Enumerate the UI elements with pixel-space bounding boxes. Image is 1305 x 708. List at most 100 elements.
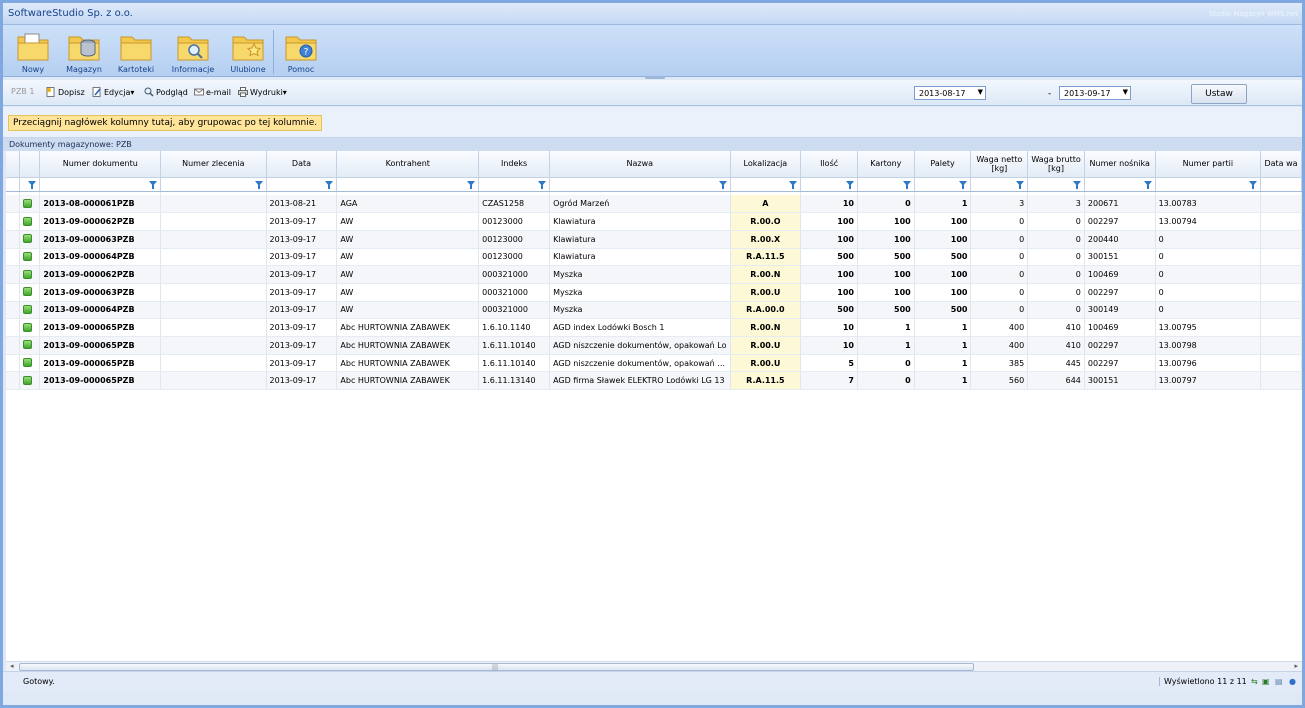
filter-icon[interactable] xyxy=(1249,180,1258,189)
filter-cell-data[interactable] xyxy=(266,177,338,192)
column-header-numer-partii[interactable]: Numer partii xyxy=(1155,151,1262,178)
email-button[interactable]: e-mail xyxy=(194,87,231,97)
ribbon-button-magazyn[interactable]: Magazyn xyxy=(62,29,106,75)
row-indicator[interactable] xyxy=(6,212,21,231)
table-row[interactable]: 2013-09-000064PZB 2013-09-17 AW 000321000 My… xyxy=(6,301,1302,320)
row-indicator[interactable] xyxy=(6,230,21,249)
column-header-numer-dokumentu[interactable]: Numer dokumentu xyxy=(39,151,162,178)
cell-waga-brutto-kg: 0 xyxy=(1027,248,1085,267)
export-icon[interactable]: ▣ xyxy=(1262,677,1270,686)
row-indicator[interactable] xyxy=(6,248,21,267)
column-header-lokalizacja[interactable]: Lokalizacja xyxy=(730,151,802,178)
column-header-indeks[interactable]: Indeks xyxy=(478,151,551,178)
table-row[interactable]: 2013-09-000065PZB 2013-09-17 Abc HURTOWNIA… xyxy=(6,318,1302,337)
filter-icon[interactable] xyxy=(254,180,263,189)
filter-icon[interactable] xyxy=(149,180,158,189)
filter-cell-palety[interactable] xyxy=(914,177,972,192)
column-header-waga-brutto-kg[interactable]: Waga brutto [kg] xyxy=(1027,151,1085,178)
dopisz-button[interactable]: Dopisz xyxy=(46,87,85,97)
row-indicator[interactable] xyxy=(6,336,21,355)
status-filter-cell[interactable] xyxy=(19,177,41,192)
column-header-numer-nosnika[interactable]: Numer nośnika xyxy=(1084,151,1156,178)
filter-icon[interactable] xyxy=(902,180,911,189)
filter-icon[interactable] xyxy=(538,180,547,189)
column-header-waga-netto-kg[interactable]: Waga netto [kg] xyxy=(970,151,1029,178)
edycja-menu[interactable]: Edycja▾ xyxy=(92,87,134,97)
star-folder-icon xyxy=(232,36,264,61)
row-indicator[interactable] xyxy=(6,283,21,302)
ribbon-button-informacje[interactable]: Informacje xyxy=(171,29,215,75)
ribbon-button-pomoc[interactable]: ? Pomoc xyxy=(279,29,323,75)
scroll-right-icon[interactable]: ▸ xyxy=(1294,662,1298,670)
filter-cell-ilosc[interactable] xyxy=(800,177,858,192)
column-header-ilosc[interactable]: Ilość xyxy=(800,151,858,178)
ribbon-label: Informacje xyxy=(171,65,215,74)
row-indicator[interactable] xyxy=(6,318,21,337)
filter-icon[interactable] xyxy=(1072,180,1081,189)
table-row[interactable]: 2013-08-000061PZB 2013-08-21 AGA CZAS1258 Og… xyxy=(6,195,1302,214)
table-row[interactable]: 2013-09-000062PZB 2013-09-17 AW 00123000 Kla… xyxy=(6,212,1302,231)
filter-cell-kartony[interactable] xyxy=(857,177,915,192)
cell-kartony: 100 xyxy=(857,283,915,302)
filter-cell-numer-dokumentu[interactable] xyxy=(39,177,162,192)
filter-cell-indeks[interactable] xyxy=(478,177,551,192)
column-header-kartony[interactable]: Kartony xyxy=(857,151,915,178)
filter-cell-lokalizacja[interactable] xyxy=(730,177,802,192)
ribbon-button-kartoteki[interactable]: Kartoteki xyxy=(114,29,158,75)
table-row[interactable]: 2013-09-000063PZB 2013-09-17 AW 00123000 Kla… xyxy=(6,230,1302,249)
ribbon-button-nowy[interactable]: Nowy xyxy=(11,29,55,75)
horizontal-scrollbar[interactable]: ◂ ||| ▸ xyxy=(6,661,1302,671)
filter-icon[interactable] xyxy=(1143,180,1152,189)
date-to-picker[interactable]: 2013-09-17 ▼ xyxy=(1059,86,1131,100)
help-icon[interactable]: ● xyxy=(1289,677,1296,686)
filter-cell-waga-netto-kg[interactable] xyxy=(970,177,1029,192)
status-ok-icon xyxy=(23,234,33,244)
documents-table: Numer dokumentu Numer zlecenia Data Kontrah… xyxy=(6,151,1302,391)
row-indicator[interactable] xyxy=(6,354,21,373)
print-icon[interactable]: ▤ xyxy=(1275,677,1283,686)
filter-cell-kontrahent[interactable] xyxy=(336,177,480,192)
filter-icon[interactable] xyxy=(718,180,727,189)
filter-icon[interactable] xyxy=(1016,180,1025,189)
filter-icon[interactable] xyxy=(845,180,854,189)
table-row[interactable]: 2013-09-000063PZB 2013-09-17 AW 000321000 My… xyxy=(6,283,1302,302)
filter-cell-numer-zlecenia[interactable] xyxy=(160,177,267,192)
filter-cell-nazwa[interactable] xyxy=(549,177,731,192)
row-indicator[interactable] xyxy=(6,265,21,284)
column-header-palety[interactable]: Palety xyxy=(914,151,972,178)
filter-cell-numer-partii[interactable] xyxy=(1155,177,1262,192)
group-panel[interactable]: Przeciągnij nagłówek kolumny tutaj, aby … xyxy=(3,107,1302,138)
new-document-folder-icon xyxy=(17,33,49,61)
row-indicator[interactable] xyxy=(6,301,21,320)
scrollbar-thumb[interactable]: ||| xyxy=(19,663,974,671)
ribbon-collapse-handle[interactable] xyxy=(645,76,665,79)
table-row[interactable]: 2013-09-000065PZB 2013-09-17 Abc HURTOWNIA… xyxy=(6,354,1302,373)
ustaw-button[interactable]: Ustaw xyxy=(1191,84,1247,104)
cell-numer-nosnika: 002297 xyxy=(1084,283,1156,302)
refresh-icon[interactable]: ⇆ xyxy=(1251,677,1258,686)
column-header-kontrahent[interactable]: Kontrahent xyxy=(336,151,480,178)
column-header-data-wa[interactable]: Data wa xyxy=(1260,151,1302,178)
column-header-data[interactable]: Data xyxy=(266,151,338,178)
row-indicator[interactable] xyxy=(6,195,21,214)
status-cell xyxy=(19,230,41,249)
filter-icon[interactable] xyxy=(325,180,334,189)
table-row[interactable]: 2013-09-000062PZB 2013-09-17 AW 000321000 My… xyxy=(6,265,1302,284)
table-row[interactable]: 2013-09-000064PZB 2013-09-17 AW 00123000 Kla… xyxy=(6,248,1302,267)
table-row[interactable]: 2013-09-000065PZB 2013-09-17 Abc HURTOWNIA… xyxy=(6,336,1302,355)
podglad-button[interactable]: Podgląd xyxy=(144,87,188,97)
table-row[interactable]: 2013-09-000065PZB 2013-09-17 Abc HURTOWNIA… xyxy=(6,371,1302,391)
wydruki-menu[interactable]: Wydruki▾ xyxy=(238,87,287,97)
filter-cell-numer-nosnika[interactable] xyxy=(1084,177,1156,192)
filter-cell-waga-brutto-kg[interactable] xyxy=(1027,177,1085,192)
filter-icon[interactable] xyxy=(959,180,968,189)
column-header-nazwa[interactable]: Nazwa xyxy=(549,151,731,178)
row-indicator[interactable] xyxy=(6,371,21,391)
column-header-numer-zlecenia[interactable]: Numer zlecenia xyxy=(160,151,267,178)
ribbon-button-ulubione[interactable]: Ulubione xyxy=(226,29,270,75)
filter-cell-data-wa[interactable] xyxy=(1260,177,1302,192)
scroll-left-icon[interactable]: ◂ xyxy=(10,662,14,670)
filter-icon[interactable] xyxy=(789,180,798,189)
date-from-picker[interactable]: 2013-08-17 ▼ xyxy=(914,86,986,100)
filter-icon[interactable] xyxy=(467,180,476,189)
